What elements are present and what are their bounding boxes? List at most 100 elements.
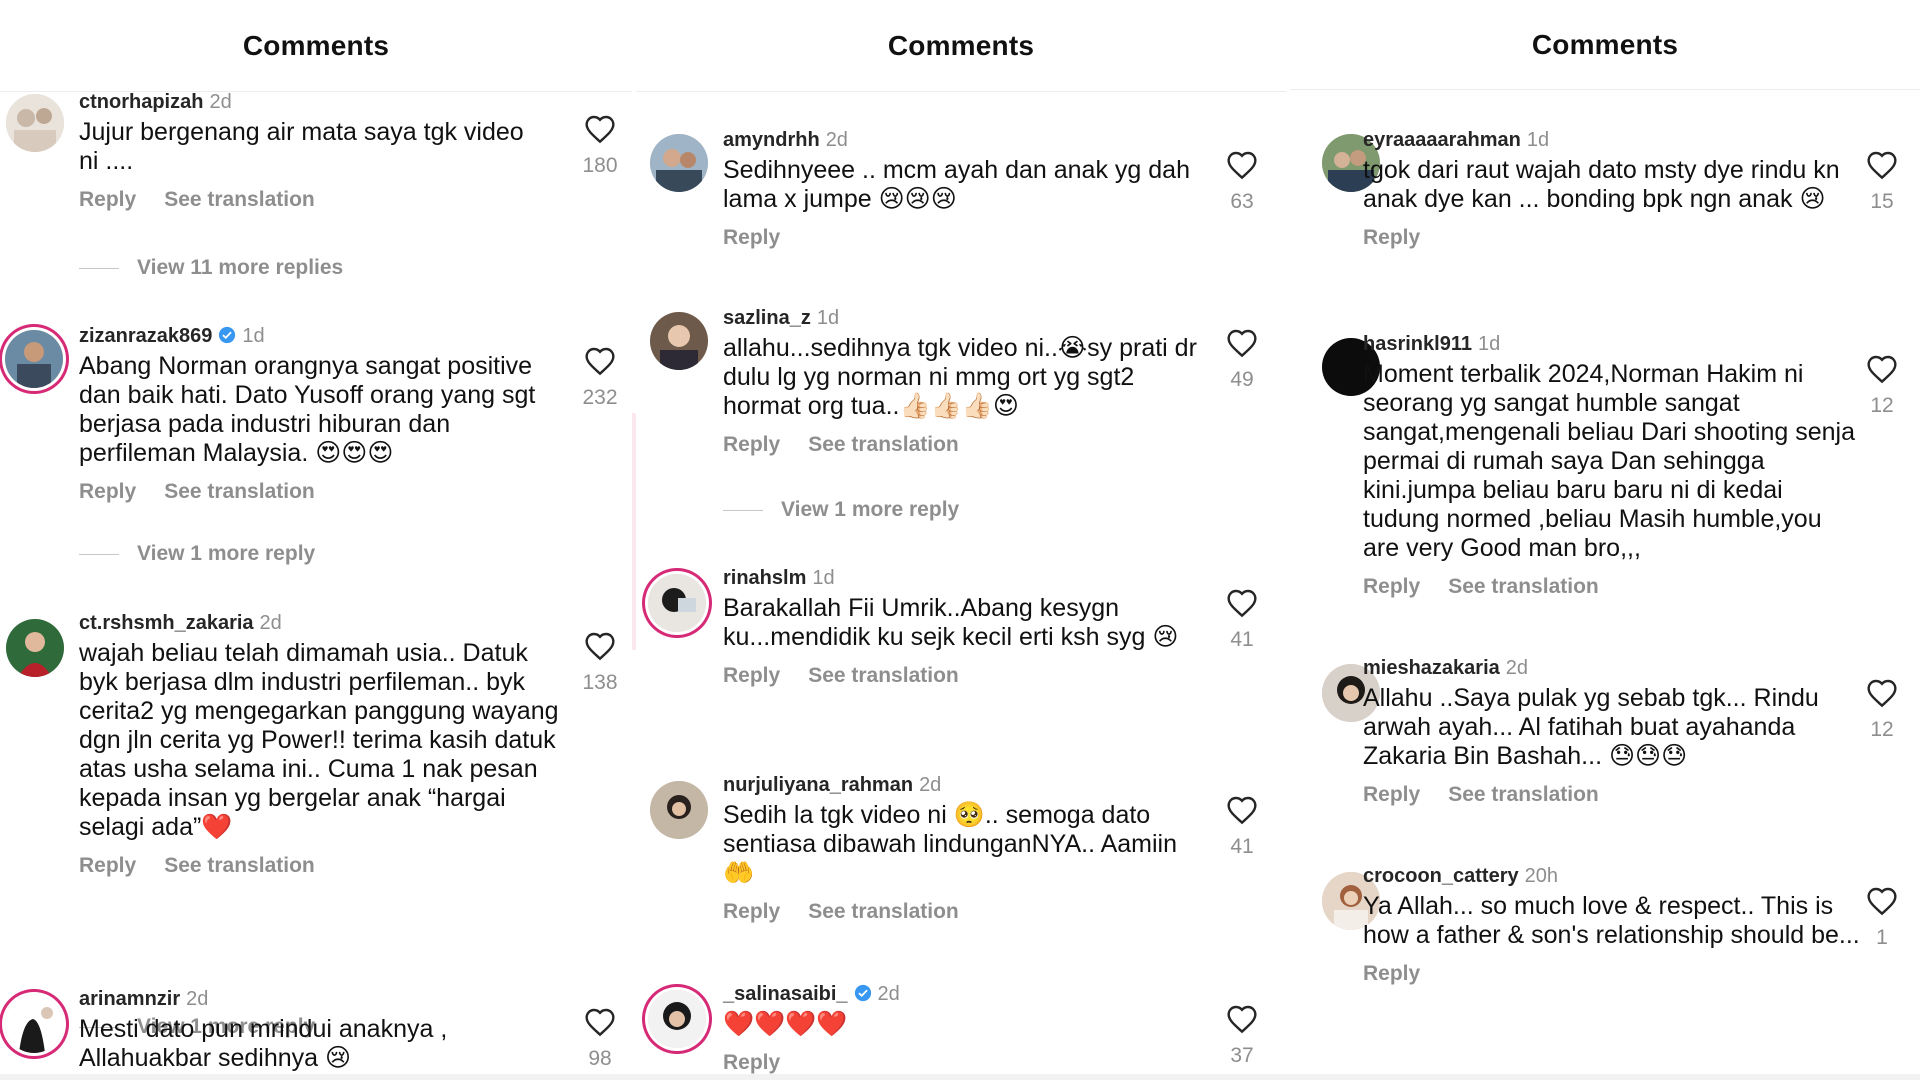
- avatar[interactable]: [650, 781, 708, 839]
- username[interactable]: hasrinkl911: [1363, 333, 1472, 355]
- like-count: 98: [588, 1047, 612, 1070]
- see-translation-button[interactable]: See translation: [1448, 783, 1599, 806]
- heart-outline-icon[interactable]: [584, 1007, 616, 1037]
- avatar[interactable]: [5, 995, 63, 1053]
- like-count: 41: [1230, 835, 1254, 858]
- see-translation-button[interactable]: See translation: [164, 480, 315, 503]
- heart-outline-icon[interactable]: [584, 114, 616, 144]
- see-translation-button[interactable]: See translation: [808, 664, 959, 687]
- comments-panel-3: Comments eyraaaaarahman 1d tgok dari raut…: [1290, 0, 1920, 1080]
- username[interactable]: zizanrazak869: [79, 325, 212, 347]
- heart-outline-icon[interactable]: [584, 346, 616, 376]
- reply-button[interactable]: Reply: [1363, 575, 1420, 598]
- avatar[interactable]: [6, 619, 64, 677]
- heart-outline-icon[interactable]: [1226, 328, 1258, 358]
- comments-panel-1: Comments ctnorhapizah 2d Jujur bergenang …: [0, 0, 632, 1080]
- comment-age: 20h: [1524, 865, 1558, 887]
- like-count: 49: [1230, 368, 1254, 391]
- like-control: 232: [570, 346, 630, 410]
- heart-outline-icon[interactable]: [1866, 678, 1898, 708]
- reply-button[interactable]: Reply: [1363, 226, 1420, 249]
- username[interactable]: arinamnzir: [79, 988, 180, 1010]
- comment-text: Ya Allah... so much love & respect.. Thi…: [1363, 892, 1860, 949]
- avatar[interactable]: [648, 990, 706, 1048]
- comment-text: allahu...sedihnya tgk video ni..😭sy prat…: [723, 334, 1197, 420]
- heart-outline-icon[interactable]: [1866, 354, 1898, 384]
- username[interactable]: crocoon_cattery: [1363, 865, 1519, 887]
- reply-button[interactable]: Reply: [79, 480, 136, 503]
- comment-text: Mesti dato pun mrindui anaknya , Allahua…: [79, 1015, 448, 1072]
- heart-outline-icon[interactable]: [584, 631, 616, 661]
- avatar[interactable]: [650, 134, 708, 192]
- see-translation-button[interactable]: See translation: [808, 433, 959, 456]
- heart-outline-icon[interactable]: [1866, 150, 1898, 180]
- comment-age: 2d: [259, 612, 282, 634]
- bottom-divider: [0, 1074, 1920, 1080]
- reply-button[interactable]: Reply: [79, 188, 136, 211]
- comment-age: 1d: [816, 307, 840, 329]
- verified-badge-icon: [219, 326, 236, 344]
- comment-age: 2d: [186, 988, 209, 1010]
- comment-age: 1d: [242, 325, 265, 347]
- avatar[interactable]: [650, 312, 708, 370]
- avatar[interactable]: [5, 330, 63, 388]
- heart-outline-icon[interactable]: [1226, 795, 1258, 825]
- reply-button[interactable]: Reply: [723, 1051, 780, 1074]
- see-translation-button[interactable]: See translation: [164, 188, 315, 211]
- like-control: 37: [1212, 1004, 1272, 1068]
- like-count: 15: [1870, 190, 1894, 213]
- comment-body: _salinasaibi_ 2d ❤️❤️❤️❤️ Reply: [723, 982, 1213, 1075]
- comment-text: Moment terbalik 2024,Norman Hakim ni seo…: [1363, 360, 1855, 562]
- like-control: 98: [570, 1007, 630, 1071]
- comment-body: ct.rshsmh_zakaria 2d wajah beliau telah d…: [79, 611, 559, 878]
- see-translation-button[interactable]: See translation: [808, 900, 959, 923]
- divider: [79, 267, 119, 269]
- comment-age: 1d: [812, 567, 835, 589]
- comments-panel-2: Comments amyndrhh 2d Sedihnyeee .. mcm ay…: [636, 0, 1286, 1080]
- like-count: 12: [1870, 718, 1894, 741]
- heart-outline-icon[interactable]: [1866, 886, 1898, 916]
- comment-body: rinahslm 1d Barakallah Fii Umrik..Abang k…: [723, 566, 1213, 688]
- comment-body: ctnorhapizah 2d Jujur bergenang air mata …: [79, 90, 549, 212]
- username[interactable]: _salinasaibi_: [723, 983, 848, 1005]
- comment-body: eyraaaaarahman 1d tgok dari raut wajah da…: [1363, 128, 1863, 250]
- username[interactable]: eyraaaaarahman: [1363, 129, 1521, 151]
- reply-button[interactable]: Reply: [723, 900, 780, 923]
- reply-button[interactable]: Reply: [1363, 962, 1420, 985]
- panel-title: Comments: [1290, 0, 1920, 90]
- panel-title: Comments: [636, 0, 1286, 92]
- heart-outline-icon[interactable]: [1226, 1004, 1258, 1034]
- divider: [79, 553, 119, 555]
- reply-button[interactable]: Reply: [723, 226, 780, 249]
- username[interactable]: ctnorhapizah: [79, 91, 203, 113]
- heart-outline-icon[interactable]: [1226, 588, 1258, 618]
- view-more-replies[interactable]: View 1 more reply: [723, 498, 959, 522]
- username[interactable]: rinahslm: [723, 567, 806, 589]
- avatar[interactable]: [648, 574, 706, 632]
- comment-body: amyndrhh 2d Sedihnyeee .. mcm ayah dan an…: [723, 128, 1213, 250]
- view-more-replies[interactable]: View 1 more reply: [79, 542, 315, 566]
- username[interactable]: sazlina_z: [723, 307, 811, 329]
- comment-body: arinamnzir 2d Mesti dato pun mrindui anak…: [79, 987, 559, 1073]
- heart-outline-icon[interactable]: [1226, 150, 1258, 180]
- like-count: 180: [582, 154, 618, 177]
- comment-body: hasrinkl911 1d Moment terbalik 2024,Norma…: [1363, 332, 1863, 599]
- view-more-replies[interactable]: View 11 more replies: [79, 256, 343, 280]
- username[interactable]: amyndrhh: [723, 129, 820, 151]
- reply-button[interactable]: Reply: [1363, 783, 1420, 806]
- see-translation-button[interactable]: See translation: [1448, 575, 1599, 598]
- reply-button[interactable]: Reply: [79, 854, 136, 877]
- comment-body: sazlina_z 1d allahu...sedihnya tgk video …: [723, 306, 1213, 457]
- username[interactable]: mieshazakaria: [1363, 657, 1500, 679]
- reply-button[interactable]: Reply: [723, 433, 780, 456]
- username[interactable]: ct.rshsmh_zakaria: [79, 612, 254, 634]
- username[interactable]: nurjuliyana_rahman: [723, 774, 913, 796]
- avatar[interactable]: [6, 94, 64, 152]
- like-control: 63: [1212, 150, 1272, 214]
- see-translation-button[interactable]: See translation: [164, 854, 315, 877]
- comment-text: Sedihnyeee .. mcm ayah dan anak yg dah l…: [723, 156, 1190, 213]
- comment-age: 2d: [1505, 657, 1529, 679]
- comment-text: wajah beliau telah dimamah usia.. Datuk …: [79, 639, 559, 841]
- reply-button[interactable]: Reply: [723, 664, 780, 687]
- panel-title: Comments: [0, 0, 632, 92]
